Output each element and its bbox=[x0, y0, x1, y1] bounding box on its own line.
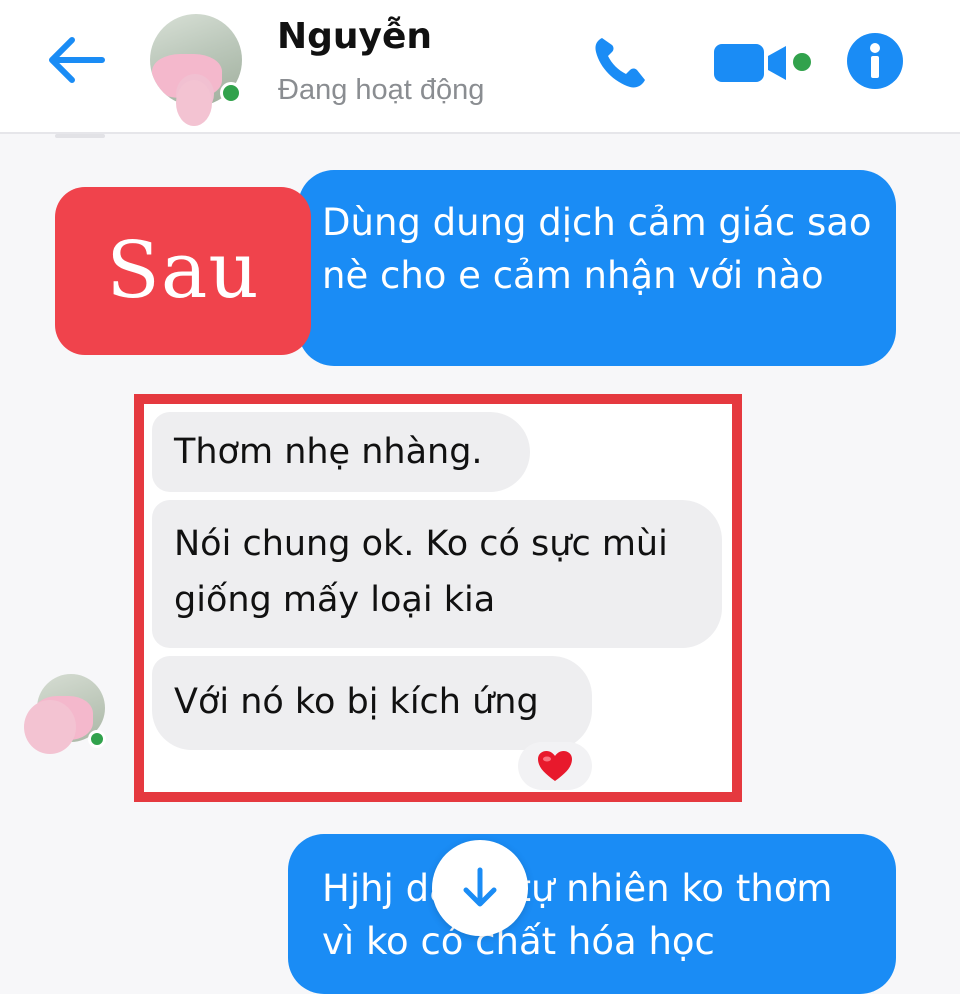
arrow-left-icon[interactable] bbox=[44, 34, 106, 86]
online-indicator bbox=[220, 82, 242, 104]
heart-icon bbox=[538, 751, 572, 781]
received-message-bubble[interactable]: Với nó ko bị kích ứng bbox=[152, 656, 592, 750]
contact-name[interactable]: Nguyễn bbox=[277, 16, 432, 57]
heart-reaction[interactable] bbox=[518, 742, 592, 790]
chat-header: Nguyễn Đang hoạt động bbox=[0, 0, 960, 134]
divider bbox=[55, 134, 105, 138]
active-status: Đang hoạt động bbox=[278, 74, 485, 106]
video-camera-icon[interactable] bbox=[712, 38, 814, 86]
arrow-down-icon bbox=[463, 867, 497, 907]
sent-message-bubble[interactable]: Dùng dung dịch cảm giác sao nè cho e cảm… bbox=[298, 170, 896, 366]
online-indicator bbox=[88, 730, 106, 748]
received-message-bubble[interactable]: Nói chung ok. Ko có sực mùi giống mấy lo… bbox=[152, 500, 722, 648]
scroll-to-bottom-button[interactable] bbox=[432, 840, 528, 936]
sent-message-bubble[interactable]: Hjhj dạ vs tự nhiên ko thơm vì ko có chấ… bbox=[288, 834, 896, 994]
phone-icon[interactable] bbox=[590, 32, 652, 92]
info-icon[interactable] bbox=[846, 32, 904, 90]
avatar-blur bbox=[24, 700, 76, 754]
received-message-bubble[interactable]: Thơm nhẹ nhàng. bbox=[152, 412, 530, 492]
sau-label: Sau bbox=[55, 187, 311, 355]
avatar-blur bbox=[176, 80, 212, 126]
